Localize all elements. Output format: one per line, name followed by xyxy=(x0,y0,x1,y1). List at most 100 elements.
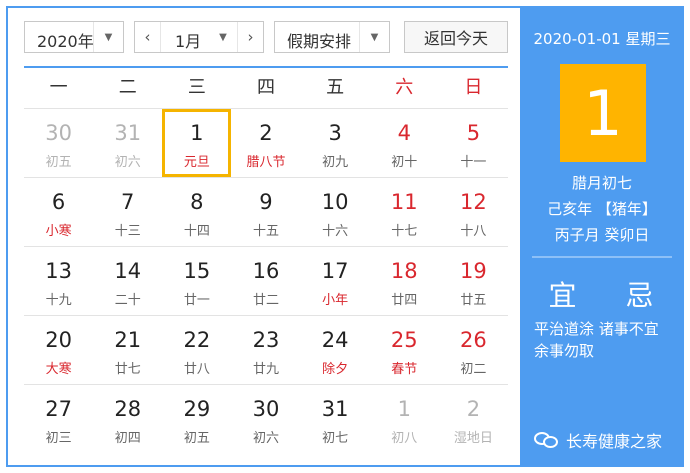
day-number: 2 xyxy=(466,397,481,421)
day-cell[interactable]: 28 初四 xyxy=(93,385,162,453)
lunar-label: 二十 xyxy=(114,293,141,308)
lunar-label: 腊八节 xyxy=(246,155,286,170)
year-select[interactable]: 2020年 ▼ xyxy=(24,21,124,53)
day-cell[interactable]: 11 十七 xyxy=(370,178,439,246)
yi-ji-heading: 宜 忌 xyxy=(520,274,684,314)
month-select[interactable]: ‹ 1月 ▼ › xyxy=(134,21,264,53)
day-detail-panel: 2020-01-01 星期三 1 腊月初七 己亥年 【猪年】 丙子月 癸卯日 宜… xyxy=(520,8,684,465)
day-number: 28 xyxy=(114,397,142,421)
day-number: 23 xyxy=(252,328,280,352)
lunar-label: 廿五 xyxy=(460,293,487,308)
yi-ji-text: 平治道涂 诸事不宜 余事勿取 xyxy=(534,320,659,360)
day-cell[interactable]: 15 廿一 xyxy=(162,247,231,315)
day-cell[interactable]: 3 初九 xyxy=(301,109,370,177)
caret-down-icon[interactable]: ▼ xyxy=(359,22,389,52)
day-cell[interactable]: 14 二十 xyxy=(93,247,162,315)
weekday-label: 日 xyxy=(464,77,483,98)
weekday-label: 四 xyxy=(256,77,275,98)
day-number: 25 xyxy=(390,328,418,352)
day-cell[interactable]: 4 初十 xyxy=(370,109,439,177)
day-number: 30 xyxy=(45,121,72,145)
lunar-label: 湿地日 xyxy=(453,431,493,446)
ji-label: 忌 xyxy=(625,279,656,312)
day-number: 31 xyxy=(114,121,142,145)
lunar-label: 初七 xyxy=(322,431,349,446)
lunar-label: 廿二 xyxy=(252,293,279,308)
brand-name: 长寿健康之家 xyxy=(566,432,663,451)
day-cell[interactable]: 10 十六 xyxy=(301,178,370,246)
day-cell[interactable]: 12 十八 xyxy=(439,178,508,246)
day-number: 1 xyxy=(397,397,411,421)
day-cell[interactable]: 5 十一 xyxy=(439,109,508,177)
day-cell[interactable]: 16 廿二 xyxy=(231,247,300,315)
lunar-label: 春节 xyxy=(391,362,418,377)
day-number: 20 xyxy=(45,328,72,352)
day-number: 17 xyxy=(321,259,349,283)
day-cell[interactable]: 31 初六 xyxy=(93,109,162,177)
lunar-label: 初五 xyxy=(45,155,72,170)
day-cell[interactable]: 29 初五 xyxy=(162,385,231,453)
lunar-label: 初四 xyxy=(114,431,141,446)
day-number: 7 xyxy=(121,190,135,214)
lunar-label: 初六 xyxy=(252,431,279,446)
day-number: 16 xyxy=(252,259,280,283)
selected-day-number: 1 xyxy=(560,64,646,162)
day-cell[interactable]: 1 初八 xyxy=(370,385,439,453)
day-cell[interactable]: 31 初七 xyxy=(301,385,370,453)
lunar-label: 十八 xyxy=(460,224,487,239)
day-number: 26 xyxy=(460,328,487,352)
holiday-select[interactable]: 假期安排 ▼ xyxy=(274,21,390,53)
day-cell[interactable]: 8 十四 xyxy=(162,178,231,246)
chevron-left-icon[interactable]: ‹ xyxy=(135,22,161,52)
day-cell[interactable]: 1 元旦 xyxy=(162,109,232,177)
lunar-label: 大寒 xyxy=(45,362,72,377)
day-number: 4 xyxy=(397,121,411,145)
weekday-label: 六 xyxy=(395,77,414,98)
day-number: 6 xyxy=(51,190,66,214)
lunar-label: 初二 xyxy=(460,362,487,377)
caret-down-icon[interactable]: ▼ xyxy=(209,22,237,52)
chevron-right-icon[interactable]: › xyxy=(237,22,263,52)
day-cell[interactable]: 13 十九 xyxy=(24,247,93,315)
day-cell[interactable]: 2 腊八节 xyxy=(231,109,300,177)
day-cell[interactable]: 6 小寒 xyxy=(24,178,93,246)
day-grid: 30 初五 31 初六 1 元旦 2 腊八节 3 初九 4 初十 5 十一 6 小寒 7 十三 8 十四 9 十五 10 十六… xyxy=(24,108,508,453)
day-cell[interactable]: 23 廿九 xyxy=(231,316,300,384)
day-number: 30 xyxy=(252,397,280,421)
month-select-value: 1月 xyxy=(175,32,202,51)
day-cell[interactable]: 9 十五 xyxy=(231,178,300,246)
day-cell[interactable]: 2 湿地日 xyxy=(439,385,508,453)
lunar-year: 己亥年 【猪年】 xyxy=(547,200,657,218)
day-number: 8 xyxy=(190,190,204,214)
day-cell[interactable]: 21 廿七 xyxy=(93,316,162,384)
back-to-today-button[interactable]: 返回今天 xyxy=(404,21,508,53)
lunar-label: 初十 xyxy=(391,155,418,170)
day-cell[interactable]: 19 廿五 xyxy=(439,247,508,315)
day-number: 15 xyxy=(183,259,211,283)
divider xyxy=(532,256,672,258)
day-cell[interactable]: 20 大寒 xyxy=(24,316,93,384)
week-row: 13 十九 14 二十 15 廿一 16 廿二 17 小年 18 廿四 19 廿五 xyxy=(24,246,508,315)
caret-down-icon[interactable]: ▼ xyxy=(93,22,123,52)
lunar-label: 初五 xyxy=(183,431,210,446)
lunar-label: 小年 xyxy=(322,293,349,308)
day-number: 12 xyxy=(460,190,487,214)
day-cell[interactable]: 30 初六 xyxy=(231,385,300,453)
day-cell[interactable]: 26 初二 xyxy=(439,316,508,384)
day-cell[interactable]: 30 初五 xyxy=(24,109,93,177)
day-cell[interactable]: 18 廿四 xyxy=(370,247,439,315)
lunar-label: 十六 xyxy=(322,224,349,239)
day-cell[interactable]: 27 初三 xyxy=(24,385,93,453)
day-cell[interactable]: 22 廿八 xyxy=(162,316,231,384)
day-cell[interactable]: 24 除夕 xyxy=(301,316,370,384)
day-number: 3 xyxy=(328,121,342,145)
calendar-widget: 2020年 ▼ ‹ 1月 ▼ › 假期安排 ▼ 返回今天 一 二 三 四 五 六… xyxy=(6,6,684,467)
day-number: 14 xyxy=(114,259,142,283)
lunar-label: 小寒 xyxy=(45,224,72,239)
lunar-label: 初八 xyxy=(391,431,418,446)
wechat-icon xyxy=(534,430,560,450)
day-cell[interactable]: 7 十三 xyxy=(93,178,162,246)
day-cell[interactable]: 25 春节 xyxy=(370,316,439,384)
day-cell[interactable]: 17 小年 xyxy=(301,247,370,315)
day-number: 29 xyxy=(183,397,211,421)
